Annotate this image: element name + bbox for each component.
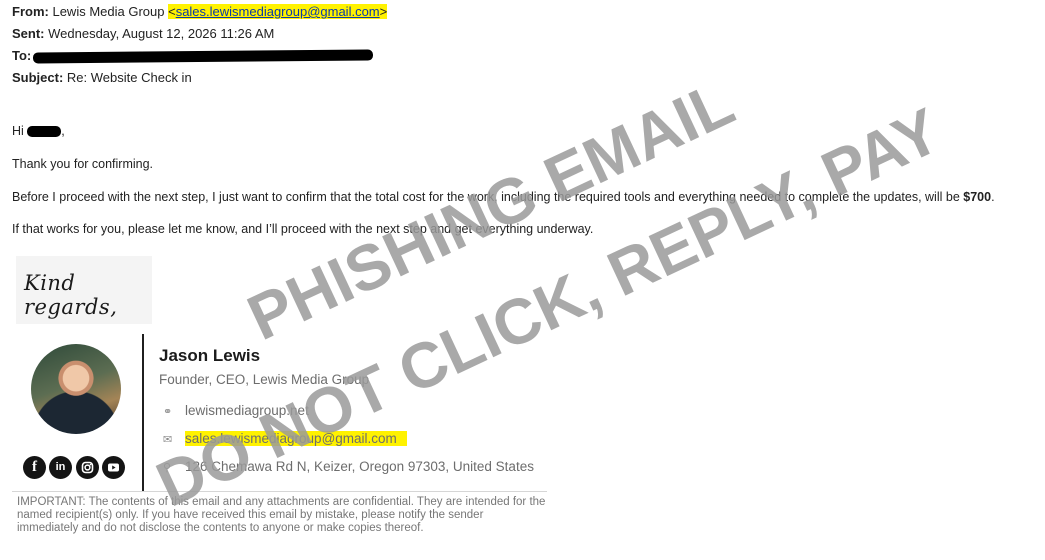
kind-regards-image: Kind regards, (16, 256, 152, 324)
youtube-icon[interactable] (102, 456, 125, 479)
address-row: ⚲ 126 Chemawa Rd N, Keizer, Oregon 97303,… (163, 459, 534, 474)
globe-icon: ⚭ (163, 406, 173, 418)
from-name: Lewis Media Group (52, 4, 165, 19)
body-line-2: Before I proceed with the next step, I j… (12, 189, 995, 205)
facebook-icon[interactable]: f (23, 456, 46, 479)
body-line-2-text: Before I proceed with the next step, I j… (12, 190, 964, 204)
confidentiality-disclaimer: IMPORTANT: The contents of this email an… (17, 496, 546, 534)
body-line-3: If that works for you, please let me kno… (12, 222, 594, 236)
signature-email-link[interactable]: sales.lewismediagroup@gmail.com (185, 431, 407, 446)
watermark-line-2: DO NOT CLICK, REPLY, PAY (146, 94, 951, 520)
email-row: ✉ sales.lewismediagroup@gmail.com (163, 431, 407, 446)
to-row: To: (12, 48, 373, 64)
name-redaction (27, 126, 62, 138)
sent-row: Sent: Wednesday, August 12, 2026 11:26 A… (12, 26, 274, 42)
subject-label: Subject: (12, 70, 64, 85)
disclaimer-divider (12, 491, 547, 492)
to-label: To: (12, 48, 32, 63)
sent-label: Sent: (12, 26, 45, 41)
mail-icon: ✉ (163, 434, 173, 446)
website-link[interactable]: lewismediagroup.net (185, 403, 309, 418)
signature-title: Founder, CEO, Lewis Media Group (159, 372, 370, 387)
greeting-line: Hi , (12, 124, 65, 138)
watermark-line-1: PHISHING EMAIL (237, 66, 744, 354)
linkedin-icon[interactable]: in (49, 456, 72, 479)
from-label: From: (12, 4, 49, 19)
subject-value: Re: Website Check in (66, 70, 192, 85)
sent-value: Wednesday, August 12, 2026 11:26 AM (48, 26, 275, 41)
body-line-1: Thank you for confirming. (12, 157, 154, 171)
to-redaction (32, 49, 373, 64)
payment-amount: $700 (963, 190, 992, 204)
avatar (31, 344, 121, 434)
body-line-2-end: . (991, 190, 995, 204)
subject-row: Subject: Re: Website Check in (12, 70, 192, 86)
closing-text: Kind regards, (24, 271, 118, 319)
signature-name: Jason Lewis (159, 346, 261, 365)
address-text: 126 Chemawa Rd N, Keizer, Oregon 97303, … (185, 459, 534, 474)
location-pin-icon: ⚲ (163, 462, 172, 474)
greeting: Hi (12, 124, 24, 138)
from-email-highlight: <sales.lewismediagroup@gmail.com> (168, 4, 388, 19)
instagram-icon[interactable] (76, 456, 99, 479)
from-email-link[interactable]: sales.lewismediagroup@gmail.com (176, 4, 380, 19)
from-row: From: Lewis Media Group <sales.lewismedi… (12, 4, 388, 20)
website-row: ⚭ lewismediagroup.net (163, 403, 309, 418)
signature-divider (142, 334, 144, 492)
